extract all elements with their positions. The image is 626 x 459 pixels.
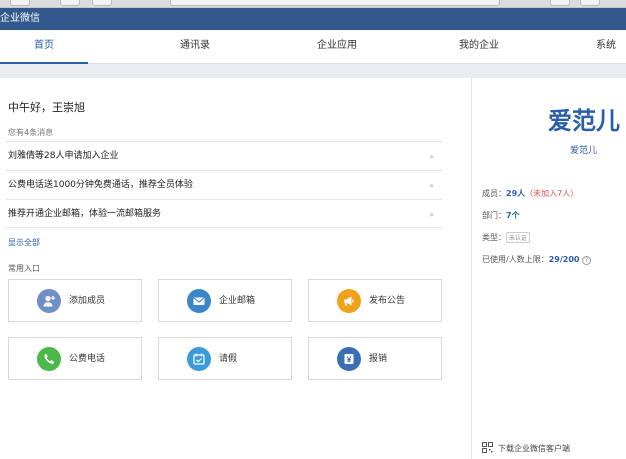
message-item[interactable]: 公费电话送1000分钟免费通话，推荐全员体验 » <box>6 170 442 199</box>
company-logo-text: 爱范儿 <box>548 107 620 135</box>
yen-icon <box>337 347 361 371</box>
departments-info: 部门：7个 <box>482 210 520 221</box>
chevron-right-icon: » <box>429 210 434 219</box>
shortcut-phone[interactable]: 公费电话 <box>8 337 142 380</box>
quota-value: 29/200 <box>548 255 580 264</box>
shortcut-mail[interactable]: 企业邮箱 <box>158 279 292 322</box>
greeting: 中午好，王崇旭 <box>8 101 85 114</box>
members-info: 成员：29人（未加入7人） <box>482 188 578 199</box>
browser-button[interactable] <box>10 0 30 6</box>
shortcut-add-member[interactable]: 添加成员 <box>8 279 142 322</box>
company-name: 爱范儿 <box>570 146 598 156</box>
phone-icon <box>37 347 61 371</box>
chevron-right-icon: » <box>429 152 434 161</box>
shortcut-label: 添加成员 <box>69 296 106 306</box>
address-bar[interactable] <box>170 0 500 6</box>
help-icon[interactable]: ? <box>582 256 592 265</box>
browser-button[interactable] <box>550 0 570 6</box>
show-all-link[interactable]: 显示全部 <box>8 237 40 248</box>
shortcuts-title: 常用入口 <box>8 264 40 273</box>
type-info: 类型： 未认证 <box>482 232 531 243</box>
tab-home[interactable]: 首页 <box>0 30 88 64</box>
tab-contacts[interactable]: 通讯录 <box>150 30 240 64</box>
tab-apps[interactable]: 企业应用 <box>292 30 382 64</box>
chevron-right-icon: » <box>429 181 434 190</box>
shortcut-label: 报销 <box>369 354 388 364</box>
browser-button[interactable] <box>580 0 600 6</box>
browser-button[interactable] <box>92 0 112 6</box>
mail-icon <box>187 289 211 313</box>
shortcut-reimburse[interactable]: 报销 <box>308 337 442 380</box>
download-client-link[interactable]: 下载企业微信客户端 <box>482 442 570 454</box>
type-label: 类型： <box>482 233 506 242</box>
shortcut-label: 发布公告 <box>369 296 406 306</box>
tab-system[interactable]: 系统 <box>596 30 626 64</box>
members-pending[interactable]: （未加入7人） <box>525 189 578 198</box>
members-label: 成员： <box>482 189 506 198</box>
message-item[interactable]: 刘雅倩等28人申请加入企业 » <box>6 141 442 170</box>
message-text: 刘雅倩等28人申请加入企业 <box>8 151 119 161</box>
calendar-icon <box>187 347 211 371</box>
verification-badge[interactable]: 未认证 <box>506 232 531 243</box>
browser-chrome <box>0 0 626 8</box>
shortcut-leave[interactable]: 请假 <box>158 337 292 380</box>
shortcut-announcement[interactable]: 发布公告 <box>308 279 442 322</box>
shortcut-label: 公费电话 <box>69 354 106 364</box>
tab-my-company[interactable]: 我的企业 <box>434 30 524 64</box>
page-gap <box>0 64 626 78</box>
qr-code-icon <box>482 442 493 453</box>
company-panel: 爱范儿 爱范儿 成员：29人（未加入7人） 部门：7个 类型： 未认证 已使用/人… <box>471 78 626 459</box>
message-count: 您有4条消息 <box>8 128 54 137</box>
message-text: 推荐开通企业邮箱，体验一流邮箱服务 <box>8 209 162 219</box>
download-text: 下载企业微信客户端 <box>498 444 570 453</box>
shortcut-label: 企业邮箱 <box>219 296 256 306</box>
members-value[interactable]: 29人 <box>506 189 525 198</box>
departments-value[interactable]: 7个 <box>506 211 520 220</box>
app-title: 企业微信 <box>0 13 40 24</box>
departments-label: 部门： <box>482 211 506 220</box>
message-item[interactable]: 推荐开通企业邮箱，体验一流邮箱服务 » <box>6 199 442 228</box>
quota-label: 已使用/人数上限： <box>482 255 549 264</box>
quota-info: 已使用/人数上限：29/200 ? <box>482 254 592 265</box>
shortcut-label: 请假 <box>219 354 238 364</box>
top-nav: 首页 通讯录 企业应用 我的企业 系统 <box>0 30 626 64</box>
app-title-bar: 企业微信 <box>0 8 626 30</box>
home-main-panel: 中午好，王崇旭 您有4条消息 刘雅倩等28人申请加入企业 » 公费电话送1000… <box>0 78 471 459</box>
megaphone-icon <box>337 289 361 313</box>
add-member-icon <box>37 289 61 313</box>
message-text: 公费电话送1000分钟免费通话，推荐全员体验 <box>8 180 193 190</box>
browser-button[interactable] <box>60 0 80 6</box>
